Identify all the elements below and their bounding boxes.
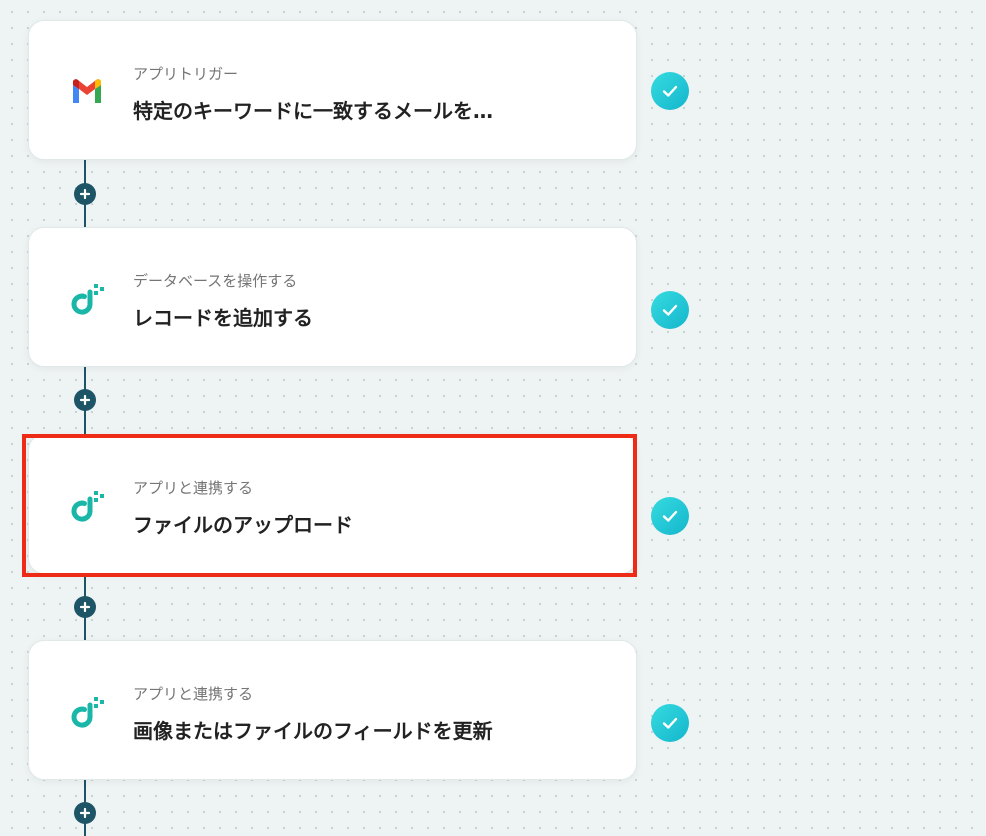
plus-icon [79, 807, 91, 819]
step-completed-badge [651, 497, 689, 535]
flow-step-card[interactable]: データベースを操作する レコードを追加する [28, 227, 637, 367]
step-completed-badge [651, 72, 689, 110]
yoom-database-icon [71, 284, 104, 315]
plus-icon [79, 601, 91, 613]
flow-step-card[interactable]: アプリと連携する ファイルのアップロード [28, 434, 637, 574]
step-category-label: アプリと連携する [133, 479, 254, 497]
yoom-database-icon [71, 491, 104, 522]
plus-icon [79, 394, 91, 406]
flow-step-card[interactable]: アプリトリガー 特定のキーワードに一致するメールを… [28, 20, 637, 160]
add-step-button[interactable] [74, 389, 96, 411]
step-title: ファイルのアップロード [133, 513, 353, 537]
plus-icon [79, 188, 91, 200]
yoom-database-icon [71, 697, 104, 728]
step-category-label: データベースを操作する [133, 272, 298, 290]
check-icon [662, 304, 678, 316]
step-title: 特定のキーワードに一致するメールを… [133, 99, 493, 123]
step-completed-badge [651, 704, 689, 742]
check-icon [662, 510, 678, 522]
step-category-label: アプリと連携する [133, 685, 254, 703]
step-title: レコードを追加する [133, 306, 313, 330]
check-icon [662, 85, 678, 97]
step-category-label: アプリトリガー [133, 65, 239, 83]
flow-step-card[interactable]: アプリと連携する 画像またはファイルのフィールドを更新 [28, 640, 637, 780]
add-step-button[interactable] [74, 802, 96, 824]
check-icon [662, 717, 678, 729]
gmail-icon [73, 79, 101, 103]
add-step-button[interactable] [74, 183, 96, 205]
step-title: 画像またはファイルのフィールドを更新 [133, 719, 493, 743]
add-step-button[interactable] [74, 596, 96, 618]
step-completed-badge [651, 291, 689, 329]
